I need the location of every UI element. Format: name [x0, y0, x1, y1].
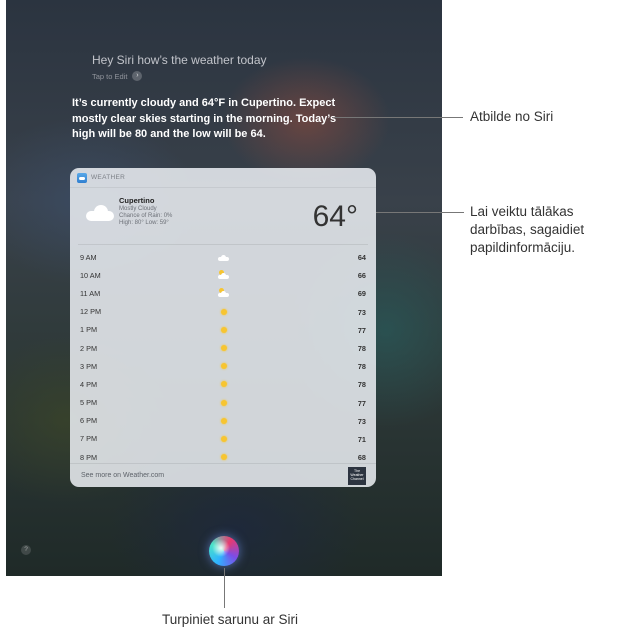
sun-icon	[218, 452, 230, 462]
high-low-text: High: 80° Low: 59°	[119, 220, 169, 226]
weather-channel-logo: The Weather Channel	[348, 467, 366, 485]
hour-time: 5 PM	[80, 398, 98, 408]
hour-temperature: 69	[357, 289, 366, 299]
weather-card-title: WEATHER	[91, 174, 126, 181]
hour-time: 2 PM	[80, 343, 98, 353]
partly-cloudy-icon	[218, 270, 230, 280]
callout-line-answer	[333, 117, 463, 118]
callout-answer: Atbilde no Siri	[470, 109, 554, 124]
sun-icon	[218, 434, 230, 444]
city-name: Cupertino	[119, 196, 155, 205]
hour-time: 3 PM	[80, 361, 98, 371]
hour-temperature: 73	[357, 416, 366, 426]
hour-temperature: 78	[357, 362, 366, 372]
weather-card-footer: See more on Weather.com The Weather Channe…	[70, 463, 376, 487]
hour-row: 4 PM 78	[80, 375, 366, 393]
hour-temperature: 78	[357, 343, 366, 353]
hour-temperature: 71	[357, 434, 366, 444]
hour-row: 7 PM 71	[80, 430, 366, 448]
hour-time: 11 AM	[80, 288, 101, 298]
hour-time: 9 AM	[80, 252, 97, 262]
hour-temperature: 66	[357, 271, 366, 281]
hour-temperature: 73	[357, 307, 366, 317]
siri-answer-text: It’s currently cloudy and 64°F in Cupert…	[72, 97, 337, 140]
hourly-forecast: 9 AM 64 10 AM 66 11 AM 69 12 PM 73 1 PM 77 2 PM 78 3…	[80, 248, 366, 466]
hour-temperature: 77	[357, 325, 366, 335]
cloud-icon	[218, 252, 230, 262]
hour-row: 12 PM 73	[80, 303, 366, 321]
current-conditions: Cupertino Mostly Cloudy Chance of Rain: …	[78, 188, 368, 245]
siri-query-text: Hey Siri how’s the weather today	[92, 53, 267, 67]
sun-icon	[218, 361, 230, 371]
weather-app-icon	[77, 172, 87, 183]
sun-icon	[218, 343, 230, 353]
weather-card-header: WEATHER	[70, 168, 376, 188]
hour-time: 6 PM	[80, 416, 98, 426]
sun-icon	[218, 398, 230, 408]
hour-row: 9 AM 64	[80, 248, 366, 266]
hour-time: 1 PM	[80, 325, 98, 335]
tap-to-edit-label: Tap to Edit	[92, 71, 128, 81]
current-temperature: 64°	[312, 200, 358, 233]
condition-text: Mostly Cloudy	[119, 206, 157, 212]
sun-icon	[218, 325, 230, 335]
hour-temperature: 64	[357, 253, 366, 262]
hour-time: 7 PM	[80, 434, 98, 444]
sun-icon	[218, 379, 230, 389]
hour-time: 10 AM	[80, 270, 101, 280]
chevron-right-icon: ›	[132, 71, 143, 81]
hour-temperature: 78	[357, 380, 366, 390]
siri-button[interactable]	[209, 536, 239, 566]
hour-row: 2 PM 78	[80, 339, 366, 357]
cloud-icon	[86, 205, 114, 221]
see-more-link[interactable]: See more on Weather.com	[81, 472, 164, 479]
weather-card[interactable]: WEATHER Cupertino Mostly Cloudy Chance o…	[70, 168, 376, 487]
tap-to-edit-button[interactable]: Tap to Edit ›	[92, 71, 143, 81]
callout-card: Lai veiktu tālākas darbības, sagaidiet p…	[470, 204, 585, 255]
hour-row: 6 PM 73	[80, 412, 366, 430]
hour-row: 5 PM 77	[80, 394, 366, 412]
hour-time: 8 PM	[80, 452, 98, 462]
callout-line-card	[376, 212, 464, 213]
callout-line-siri	[224, 568, 225, 608]
sun-icon	[218, 416, 230, 426]
hour-row: 3 PM 78	[80, 357, 366, 375]
callout-siri: Turpiniet sarunu ar Siri	[161, 612, 299, 627]
hour-temperature: 77	[357, 398, 366, 408]
siri-screen: Hey Siri how’s the weather today Tap to …	[6, 0, 442, 576]
hour-row: 1 PM 77	[80, 321, 366, 339]
rain-chance-text: Chance of Rain: 0%	[119, 213, 173, 219]
help-button[interactable]: ?	[21, 545, 31, 555]
partly-cloudy-icon	[218, 288, 230, 298]
hour-row: 10 AM 66	[80, 266, 366, 284]
hour-time: 12 PM	[80, 307, 102, 317]
sun-icon	[218, 307, 230, 317]
hour-time: 4 PM	[80, 379, 98, 389]
hour-temperature: 68	[357, 453, 366, 463]
hour-row: 11 AM 69	[80, 284, 366, 302]
